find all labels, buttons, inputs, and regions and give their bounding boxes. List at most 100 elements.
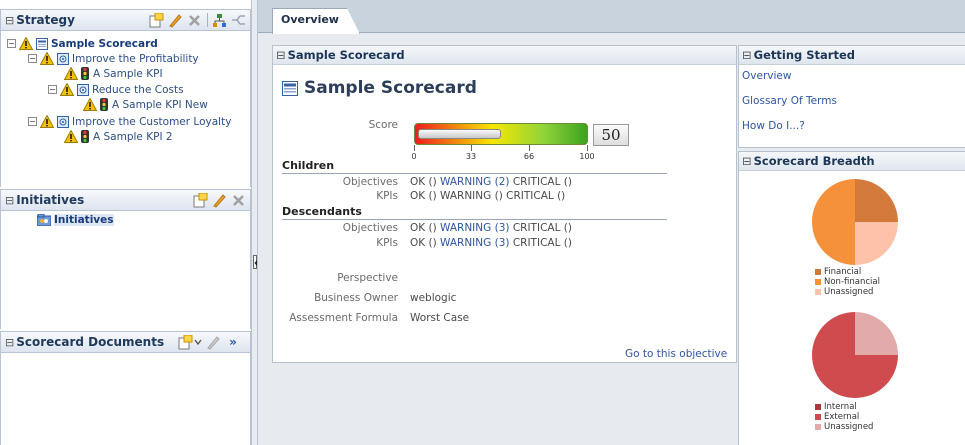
- initiatives-panel-header: ⊟ Initiatives: [0, 189, 251, 211]
- warning-icon: [40, 52, 54, 65]
- tree-item-customer-loyalty[interactable]: − Improve the Customer Loyalty: [28, 115, 231, 128]
- how-do-i-link[interactable]: How Do I...?: [742, 120, 805, 132]
- children-objectives-status: OK () WARNING (2) CRITICAL (): [410, 176, 572, 188]
- assessment-formula-value: Worst Case: [410, 312, 470, 324]
- card-title: Sample Scorecard: [287, 48, 405, 62]
- warning-icon: [19, 37, 33, 50]
- collapse-toggle[interactable]: −: [28, 54, 37, 63]
- status-warning[interactable]: WARNING (): [440, 190, 503, 202]
- delete-icon[interactable]: [231, 193, 246, 208]
- status-critical[interactable]: CRITICAL (): [506, 190, 565, 202]
- legend-swatch: [815, 414, 821, 420]
- collapse-toggle[interactable]: ⊟: [276, 48, 286, 62]
- tree-item-initiatives[interactable]: Initiatives: [37, 214, 114, 226]
- tab-overview[interactable]: Overview: [272, 8, 360, 34]
- pie-slice-financial: [855, 179, 898, 222]
- strategy-panel-header: ⊟ Strategy: [0, 9, 251, 31]
- gauge-indicator: [418, 129, 501, 139]
- go-to-objective-link[interactable]: Go to this objective: [625, 348, 727, 360]
- children-objectives-label: Objectives: [342, 176, 398, 188]
- card-header: ⊟ Getting Started: [739, 46, 965, 65]
- strategy-tree-icon[interactable]: [212, 13, 227, 28]
- more-button[interactable]: »: [229, 335, 237, 349]
- gauge-tick-label: 0: [411, 152, 417, 161]
- strategy-title: Strategy: [16, 13, 75, 27]
- collapse-toggle[interactable]: ⊟: [5, 194, 14, 207]
- legend-swatch: [815, 269, 821, 275]
- toolbar-divider: [207, 13, 208, 27]
- legend-item: Financial: [815, 267, 861, 277]
- edit-icon[interactable]: [168, 13, 183, 28]
- collapse-toggle[interactable]: −: [28, 117, 37, 126]
- descendants-heading: Descendants: [282, 205, 362, 218]
- status-critical[interactable]: CRITICAL (): [513, 237, 572, 249]
- edit-icon[interactable]: [206, 335, 221, 350]
- perspective-label: Perspective: [337, 272, 398, 284]
- tree-item-improve-profitability[interactable]: − Improve the Profitability: [28, 52, 199, 65]
- score-value: 50: [593, 124, 629, 146]
- type-pie-chart: [812, 312, 898, 398]
- collapse-toggle[interactable]: −: [48, 85, 57, 94]
- pie-slice-unassigned: [855, 312, 898, 355]
- new-initiative-icon[interactable]: [193, 192, 208, 208]
- card-header: ⊟ Scorecard Breadth: [739, 152, 965, 171]
- status-warning[interactable]: WARNING (3): [440, 237, 509, 249]
- tree-item-kpi[interactable]: A Sample KPI: [64, 67, 163, 80]
- business-owner-value: weblogic: [410, 292, 457, 304]
- status-ok[interactable]: OK (): [410, 222, 437, 234]
- kpi-traffic-light-icon: [81, 67, 89, 80]
- panel-splitter[interactable]: [251, 0, 258, 445]
- initiatives-tree: Initiatives: [0, 211, 251, 329]
- scorecard-breadth-card: ⊟ Scorecard Breadth Financial Non-financ…: [738, 151, 965, 445]
- new-objective-icon[interactable]: [149, 12, 164, 28]
- card-title: Scorecard Breadth: [753, 154, 875, 168]
- children-kpis-status: OK () WARNING () CRITICAL (): [410, 190, 565, 202]
- tree-item-kpi-new[interactable]: A Sample KPI New: [83, 98, 208, 111]
- collapse-toggle[interactable]: ⊟: [742, 48, 752, 62]
- gauge-tick: [471, 145, 472, 151]
- legend-label: Non-financial: [824, 277, 880, 287]
- legend-swatch: [815, 279, 821, 285]
- status-ok[interactable]: OK (): [410, 190, 437, 202]
- status-ok[interactable]: OK (): [410, 237, 437, 249]
- score-label: Score: [368, 119, 398, 131]
- new-document-icon[interactable]: [178, 334, 193, 350]
- scorecard-icon: [282, 80, 298, 96]
- gauge-tick-label: 100: [579, 152, 595, 161]
- strategy-tree: − Sample Scorecard − Improve the Profita…: [0, 31, 251, 187]
- status-warning[interactable]: WARNING (3): [440, 222, 509, 234]
- status-warning[interactable]: WARNING (2): [440, 176, 509, 188]
- status-ok[interactable]: OK (): [410, 176, 437, 188]
- legend-label: Unassigned: [824, 287, 874, 297]
- collapse-toggle[interactable]: −: [7, 39, 16, 48]
- initiatives-title: Initiatives: [16, 193, 85, 207]
- collapse-toggle[interactable]: ⊟: [5, 336, 14, 349]
- strategy-map-icon[interactable]: [231, 13, 246, 28]
- collapse-toggle[interactable]: ⊟: [5, 14, 14, 27]
- collapse-handle[interactable]: [253, 255, 257, 269]
- overview-link[interactable]: Overview: [742, 70, 791, 82]
- gauge-tick: [587, 145, 588, 151]
- kpi-traffic-light-icon: [100, 98, 108, 111]
- tree-item-kpi-2[interactable]: A Sample KPI 2: [64, 130, 173, 143]
- legend-item: Non-financial: [815, 277, 880, 287]
- legend-label: Unassigned: [824, 422, 874, 432]
- glossary-link[interactable]: Glossary Of Terms: [742, 95, 837, 107]
- chevron-down-icon[interactable]: [194, 338, 202, 346]
- status-critical[interactable]: CRITICAL (): [513, 176, 572, 188]
- tree-item-sample-scorecard[interactable]: − Sample Scorecard: [7, 37, 158, 50]
- gauge-tick-label: 33: [465, 152, 477, 161]
- assessment-formula-label: Assessment Formula: [289, 312, 398, 324]
- tree-item-reduce-costs[interactable]: − Reduce the Costs: [48, 83, 184, 96]
- status-critical[interactable]: CRITICAL (): [513, 222, 572, 234]
- delete-icon[interactable]: [187, 13, 202, 28]
- edit-icon[interactable]: [212, 193, 227, 208]
- children-heading: Children: [282, 159, 335, 172]
- pie-slice-non-financial: [812, 179, 855, 265]
- gauge-tick-label: 66: [523, 152, 535, 161]
- tree-item-label: Improve the Customer Loyalty: [72, 115, 232, 128]
- warning-icon: [64, 67, 78, 80]
- warning-icon: [83, 98, 97, 111]
- collapse-toggle[interactable]: ⊟: [742, 154, 752, 168]
- legend-swatch: [815, 404, 821, 410]
